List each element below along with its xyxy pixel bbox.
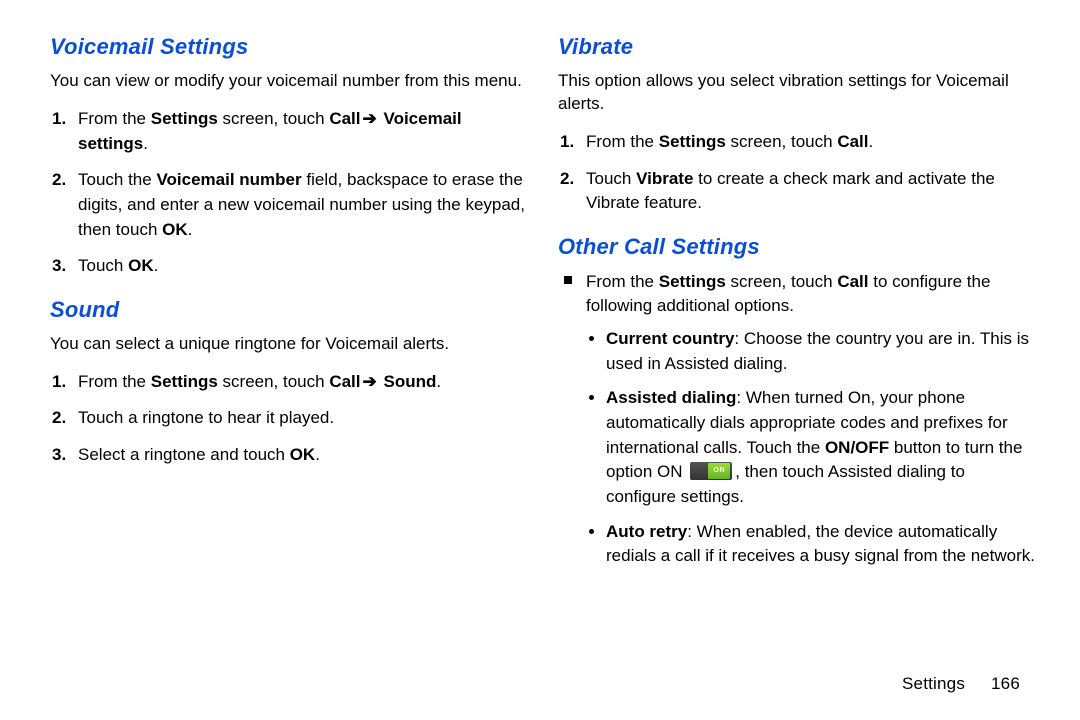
heading-vibrate: Vibrate xyxy=(558,34,1036,60)
vibrate-intro: This option allows you select vibration … xyxy=(558,70,1036,116)
text-bold: Call xyxy=(329,109,360,128)
other-call-lead-list: From the Settings screen, touch Call to … xyxy=(558,270,1036,569)
bullet-auto-retry: Auto retry: When enabled, the device aut… xyxy=(606,520,1036,569)
text: . xyxy=(869,132,874,151)
sound-step-1: From the Settings screen, touch Call➔ So… xyxy=(50,370,528,395)
text-bold: OK xyxy=(162,220,188,239)
heading-voicemail-settings: Voicemail Settings xyxy=(50,34,528,60)
text: . xyxy=(154,256,159,275)
text: . xyxy=(315,445,320,464)
text: Touch xyxy=(78,256,128,275)
text: Touch xyxy=(586,169,636,188)
text: screen, touch xyxy=(726,132,838,151)
bullet-current-country: Current country: Choose the country you … xyxy=(606,327,1036,376)
text: . xyxy=(143,134,148,153)
text-bold: Call xyxy=(837,272,868,291)
bullet-assisted-dialing: Assisted dialing: When turned On, your p… xyxy=(606,386,1036,509)
voicemail-step-2: Touch the Voicemail number field, backsp… xyxy=(50,168,528,242)
text-bold: OK xyxy=(290,445,316,464)
text: Touch the xyxy=(78,170,156,189)
text-bold: Call xyxy=(329,372,360,391)
voicemail-step-1: From the Settings screen, touch Call➔ Vo… xyxy=(50,107,528,156)
vibrate-step-2: Touch Vibrate to create a check mark and… xyxy=(558,167,1036,216)
text-bold: Voicemail number xyxy=(156,170,301,189)
text: Select a ringtone and touch xyxy=(78,445,290,464)
text-bold: Call xyxy=(837,132,868,151)
text-bold: Settings xyxy=(151,372,218,391)
text: screen, touch xyxy=(218,372,330,391)
text-bold: Current country xyxy=(606,329,734,348)
other-call-lead: From the Settings screen, touch Call to … xyxy=(558,270,1036,569)
right-column: Vibrate This option allows you select vi… xyxy=(558,34,1036,700)
text-bold: Auto retry xyxy=(606,522,687,541)
text: From the xyxy=(586,272,659,291)
sound-steps: From the Settings screen, touch Call➔ So… xyxy=(50,370,528,468)
arrow-icon: ➔ xyxy=(361,109,379,128)
left-column: Voicemail Settings You can view or modif… xyxy=(50,34,528,700)
on-off-toggle-icon xyxy=(690,462,732,480)
page-footer: Settings 166 xyxy=(902,674,1020,694)
voicemail-intro: You can view or modify your voicemail nu… xyxy=(50,70,528,93)
text: . xyxy=(188,220,193,239)
text-bold: Settings xyxy=(659,272,726,291)
manual-page: Voicemail Settings You can view or modif… xyxy=(0,0,1080,720)
voicemail-steps: From the Settings screen, touch Call➔ Vo… xyxy=(50,107,528,279)
text: From the xyxy=(586,132,659,151)
vibrate-steps: From the Settings screen, touch Call. To… xyxy=(558,130,1036,216)
text-bold: Settings xyxy=(659,132,726,151)
text-bold: ON/OFF xyxy=(825,438,889,457)
text: screen, touch xyxy=(726,272,838,291)
text-bold: Sound xyxy=(384,372,437,391)
sound-step-2: Touch a ringtone to hear it played. xyxy=(50,406,528,431)
text-bold: Settings xyxy=(151,109,218,128)
heading-sound: Sound xyxy=(50,297,528,323)
text-bold: Assisted dialing xyxy=(606,388,736,407)
text: From the xyxy=(78,372,151,391)
voicemail-step-3: Touch OK. xyxy=(50,254,528,279)
sound-intro: You can select a unique ringtone for Voi… xyxy=(50,333,528,356)
page-number: 166 xyxy=(991,674,1020,694)
sound-step-3: Select a ringtone and touch OK. xyxy=(50,443,528,468)
text: From the xyxy=(78,109,151,128)
arrow-icon: ➔ xyxy=(361,372,379,391)
text-bold: OK xyxy=(128,256,154,275)
vibrate-step-1: From the Settings screen, touch Call. xyxy=(558,130,1036,155)
text: . xyxy=(436,372,441,391)
text-bold: Vibrate xyxy=(636,169,693,188)
heading-other-call-settings: Other Call Settings xyxy=(558,234,1036,260)
footer-section-label: Settings xyxy=(902,674,965,693)
text: screen, touch xyxy=(218,109,330,128)
other-call-bullets: Current country: Choose the country you … xyxy=(586,327,1036,569)
